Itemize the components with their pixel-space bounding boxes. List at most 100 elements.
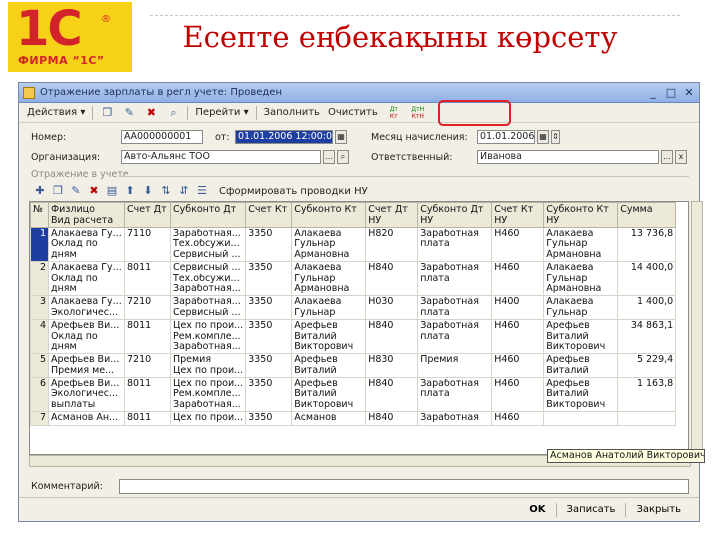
- table-cell[interactable]: Алакаева Гу... Оклад по дням: [48, 261, 125, 297]
- table-cell[interactable]: Заработная плата: [417, 319, 493, 355]
- column-header[interactable]: Субконто Дт НУ: [417, 202, 493, 228]
- column-header[interactable]: Субконто Кт: [291, 202, 367, 228]
- table-row[interactable]: 5 Арефьев Ви... Премия ме... 7210 Премия Цех …: [30, 353, 677, 379]
- copy-row-icon[interactable]: ❐: [51, 184, 65, 198]
- table-cell[interactable]: Алакаева Гульнар: [291, 295, 367, 321]
- table-cell[interactable]: Н460: [491, 377, 545, 413]
- table-cell[interactable]: 8011: [124, 411, 171, 426]
- table-cell[interactable]: Н840: [365, 319, 419, 355]
- table-cell[interactable]: Н820: [365, 226, 419, 263]
- table-cell[interactable]: [617, 411, 677, 426]
- column-header[interactable]: №: [30, 202, 49, 228]
- table-cell[interactable]: Н830: [365, 353, 419, 379]
- table-cell[interactable]: Арефьев Виталий Викторович: [291, 319, 367, 355]
- actions-menu-button[interactable]: Действия ▾: [23, 104, 89, 122]
- table-cell[interactable]: Заработная... Сервисный ...: [169, 295, 247, 321]
- table-cell[interactable]: Заработная: [417, 411, 493, 426]
- table-cell[interactable]: 8011: [124, 377, 171, 413]
- table-cell[interactable]: 5: [30, 353, 49, 379]
- goto-menu-button[interactable]: Перейти ▾: [191, 104, 252, 122]
- table-cell[interactable]: Цех по прои... Рем.компле... Заработная...: [169, 377, 247, 413]
- table-cell[interactable]: Арефьев Виталий Викторович: [543, 377, 619, 413]
- table-cell[interactable]: Арефьев Виталий: [291, 353, 367, 379]
- table-cell[interactable]: Заработная плата: [417, 261, 493, 297]
- table-cell[interactable]: Н460: [491, 411, 545, 426]
- entries-table[interactable]: № Физлицо Вид расчета Счет Дт Субконто Дт Сче…: [29, 201, 689, 455]
- table-cell[interactable]: 4: [30, 319, 49, 355]
- table-cell[interactable]: 3350: [245, 319, 293, 355]
- table-cell[interactable]: Н840: [365, 411, 419, 426]
- table-row[interactable]: 3 Алакаева Гу... Экологичес... 7210 Заработн…: [30, 295, 677, 321]
- copy-button[interactable]: ❐: [96, 104, 118, 122]
- delete-row-icon[interactable]: ✖: [87, 184, 101, 198]
- column-settings-icon[interactable]: ☰: [195, 184, 209, 198]
- table-cell[interactable]: 13 736,8: [617, 226, 677, 263]
- column-header[interactable]: Субконто Дт: [169, 202, 247, 228]
- table-cell[interactable]: 8011: [124, 261, 171, 297]
- table-cell[interactable]: Заработная... Тех.обсужи... Сервисный ...: [169, 226, 247, 263]
- table-cell[interactable]: Цех по прои...: [169, 411, 247, 426]
- table-row[interactable]: 2 Алакаева Гу... Оклад по дням 8011 Сервисный…: [30, 261, 677, 297]
- table-cell[interactable]: 1 163,8: [617, 377, 677, 413]
- table-cell[interactable]: 3350: [245, 226, 293, 263]
- column-header[interactable]: Счет Кт НУ: [491, 202, 545, 228]
- add-row-icon[interactable]: ✚: [33, 184, 47, 198]
- table-cell[interactable]: Асманов: [291, 411, 367, 426]
- date-field[interactable]: 01.01.2006 12:00:04: [235, 130, 333, 144]
- table-cell[interactable]: 1 400,0: [617, 295, 677, 321]
- table-cell[interactable]: Асманов Ан...: [48, 411, 125, 426]
- table-cell[interactable]: Алакаева Гульнар: [543, 295, 619, 321]
- table-cell[interactable]: 6: [30, 377, 49, 413]
- table-row[interactable]: 4 Арефьев Ви... Оклад по дням 8011 Цех по про…: [30, 319, 677, 355]
- fill-button[interactable]: Заполнить: [260, 104, 324, 122]
- close-button[interactable]: Закрыть: [626, 501, 691, 519]
- find-button[interactable]: ⌕: [162, 104, 184, 122]
- responsible-clear-button[interactable]: x: [675, 150, 687, 164]
- sort-desc-icon[interactable]: ⇵: [177, 184, 191, 198]
- column-header[interactable]: Физлицо Вид расчета: [48, 202, 125, 228]
- form-nu-button[interactable]: Сформировать проводки НУ: [219, 186, 368, 197]
- edit-button[interactable]: ✎: [118, 104, 140, 122]
- table-cell[interactable]: Сервисный ... Тех.обсужи... Заработная...: [169, 261, 247, 297]
- table-cell[interactable]: Заработная плата: [417, 377, 493, 413]
- end-edit-icon[interactable]: ▤: [105, 184, 119, 198]
- table-cell[interactable]: Алакаева Гульнар Армановна: [291, 261, 367, 297]
- vertical-scrollbar[interactable]: [691, 201, 703, 455]
- column-header[interactable]: Счет Кт: [245, 202, 293, 228]
- table-cell[interactable]: Алакаева Гу... Экологичес...: [48, 295, 125, 321]
- table-cell[interactable]: 7110: [124, 226, 171, 263]
- table-cell[interactable]: Алакаева Гу... Оклад по дням: [48, 226, 125, 263]
- table-cell[interactable]: Н460: [491, 319, 545, 355]
- table-cell[interactable]: [543, 411, 619, 426]
- sort-asc-icon[interactable]: ⇅: [159, 184, 173, 198]
- table-cell[interactable]: Арефьев Ви... Оклад по дням: [48, 319, 125, 355]
- column-header[interactable]: Сумма: [617, 202, 677, 228]
- table-cell[interactable]: Арефьев Виталий: [543, 353, 619, 379]
- table-cell[interactable]: 34 863,1: [617, 319, 677, 355]
- org-open-icon[interactable]: ⌕: [337, 150, 349, 164]
- table-cell[interactable]: Заработная плата: [417, 295, 493, 321]
- responsible-field[interactable]: Иванова: [477, 150, 659, 164]
- table-cell[interactable]: Алакаева Гульнар Армановна: [543, 226, 619, 263]
- table-cell[interactable]: 7210: [124, 353, 171, 379]
- dt-kt-button[interactable]: Дт Кт: [382, 104, 406, 122]
- comment-field[interactable]: [119, 479, 689, 494]
- month-field[interactable]: 01.01.2006: [477, 130, 535, 144]
- table-cell[interactable]: Алакаева Гульнар Армановна: [543, 261, 619, 297]
- spin-icon[interactable]: ⇕: [551, 130, 560, 144]
- clear-button[interactable]: Очистить: [324, 104, 382, 122]
- table-cell[interactable]: 3: [30, 295, 49, 321]
- window-titlebar[interactable]: Отражение зарплаты в регл учете: Проведе…: [19, 83, 699, 103]
- table-cell[interactable]: 1: [30, 226, 49, 263]
- table-cell[interactable]: 8011: [124, 319, 171, 355]
- column-header[interactable]: Счет Дт НУ: [365, 202, 419, 228]
- table-cell[interactable]: 14 400,0: [617, 261, 677, 297]
- table-cell[interactable]: 3350: [245, 295, 293, 321]
- table-cell[interactable]: 7: [30, 411, 49, 426]
- table-row[interactable]: 1 Алакаева Гу... Оклад по дням 7110 Заработна…: [30, 226, 677, 263]
- table-cell[interactable]: 3350: [245, 261, 293, 297]
- table-cell[interactable]: 3350: [245, 353, 293, 379]
- table-cell[interactable]: Заработная плата: [417, 226, 493, 263]
- edit-row-icon[interactable]: ✎: [69, 184, 83, 198]
- calendar-icon[interactable]: ▦: [335, 130, 347, 144]
